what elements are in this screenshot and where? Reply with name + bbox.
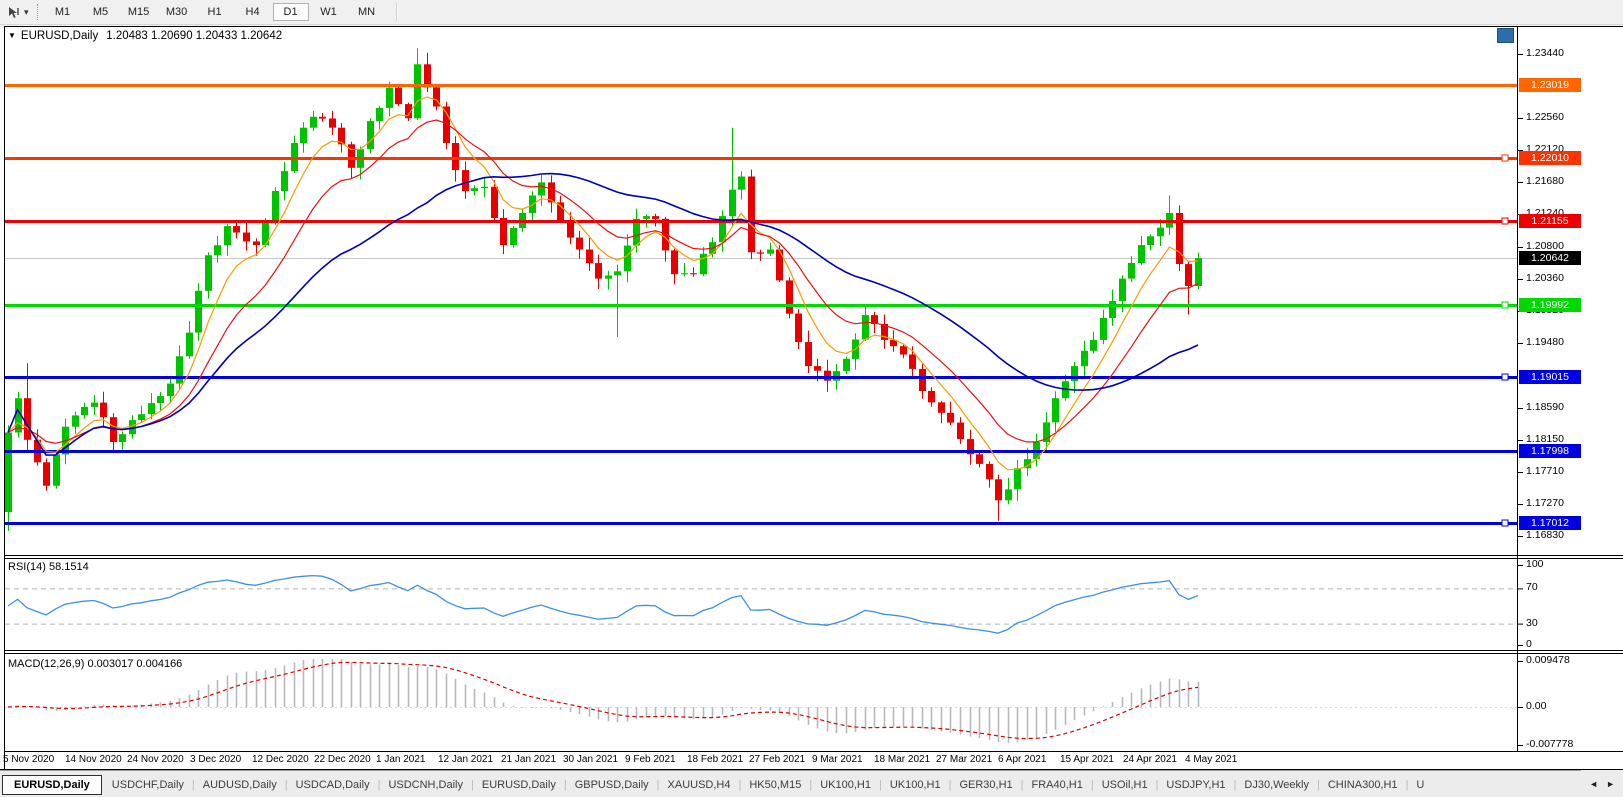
rsi-name: RSI(14) bbox=[8, 561, 46, 573]
chart-tab-usoil-h1[interactable]: USOil,H1 bbox=[1094, 776, 1156, 794]
date-axis[interactable] bbox=[5, 751, 1517, 769]
macd-panel[interactable] bbox=[5, 653, 1517, 751]
chart-tab-hk50-m15[interactable]: HK50,M15 bbox=[741, 776, 809, 794]
chart-tab-eurusd-daily[interactable]: EURUSD,Daily bbox=[2, 774, 102, 795]
chart-tab-uk100-h1[interactable]: UK100,H1 bbox=[882, 776, 949, 794]
mt4-terminal: ▾ M1 M5 M15 M30 H1 H4 D1 W1 MN 1.23440 1.22560 1.2… bbox=[0, 0, 1623, 797]
chart-tab-eurusd-daily[interactable]: EURUSD,Daily bbox=[474, 776, 564, 794]
chart-tab-usdcnh-daily[interactable]: USDCNH,Daily bbox=[380, 776, 471, 794]
rsi-indicator-label: RSI(14) 58.1514 bbox=[8, 561, 89, 573]
axis-corner-icon[interactable] bbox=[1497, 28, 1514, 43]
chart-tab-fra40-h1[interactable]: FRA40,H1 bbox=[1024, 776, 1091, 794]
macd-name: MACD(12,26,9) bbox=[8, 658, 85, 670]
chart-tab-usdcad-daily[interactable]: USDCAD,Daily bbox=[288, 776, 378, 794]
chart-tabs: EURUSD,Daily USDCHF,Daily | AUDUSD,Daily | US… bbox=[0, 770, 1623, 797]
chart-tab-gbpusd-daily[interactable]: GBPUSD,Daily bbox=[567, 776, 657, 794]
tab-scroll-arrows: ◄ ► bbox=[1581, 770, 1623, 797]
chart-tab-audusd-daily[interactable]: AUDUSD,Daily bbox=[195, 776, 285, 794]
price-axis[interactable] bbox=[1518, 27, 1623, 751]
chart-tab-xauusd-h4[interactable]: XAUUSD,H4 bbox=[660, 776, 739, 794]
chart-title: ▼ EURUSD,Daily 1.20483 1.20690 1.20433 1.2… bbox=[8, 30, 282, 42]
rsi-value: 58.1514 bbox=[48, 561, 89, 573]
macd-indicator-label: MACD(12,26,9) 0.003017 0.004166 bbox=[8, 658, 182, 670]
chart-ohlc-quotes: 1.20483 1.20690 1.20433 1.20642 bbox=[106, 30, 283, 42]
tab-scroll-right-icon[interactable]: ► bbox=[1602, 777, 1619, 791]
chart-symbol: EURUSD,Daily bbox=[20, 30, 99, 42]
price-chart-area[interactable] bbox=[5, 27, 1517, 555]
rsi-panel[interactable] bbox=[5, 558, 1517, 650]
tab-scroll-left-icon[interactable]: ◄ bbox=[1585, 777, 1602, 791]
chart-tab-usdjpy-h1[interactable]: USDJPY,H1 bbox=[1158, 776, 1233, 794]
chart-tab-china300-h1[interactable]: CHINA300,H1 bbox=[1320, 776, 1406, 794]
macd-values: 0.003017 0.004166 bbox=[87, 658, 183, 670]
chart-tab-dj30-weekly[interactable]: DJ30,Weekly bbox=[1236, 776, 1317, 794]
chart-tab-uk100-h1[interactable]: UK100,H1 bbox=[812, 776, 879, 794]
chart-tab-usdchf-daily[interactable]: USDCHF,Daily bbox=[104, 776, 192, 794]
chart-tab-ger30-h1[interactable]: GER30,H1 bbox=[951, 776, 1020, 794]
chart-title-marker-icon: ▼ bbox=[8, 31, 16, 40]
chart-tab-u[interactable]: U bbox=[1408, 776, 1432, 794]
